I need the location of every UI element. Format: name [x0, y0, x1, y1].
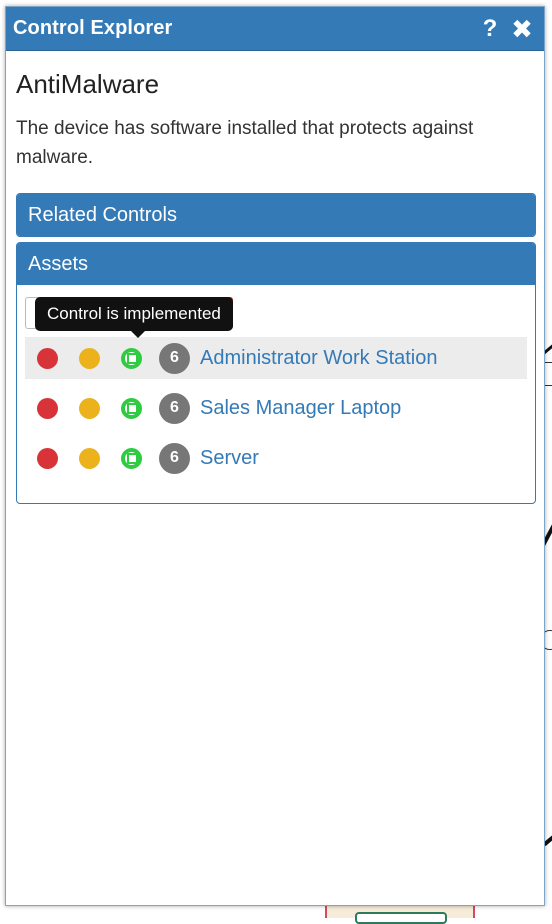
assets-header[interactable]: Assets: [17, 243, 535, 285]
asset-link[interactable]: Sales Manager Laptop: [200, 397, 401, 420]
status-green-icon[interactable]: [121, 397, 142, 419]
related-controls-section: Related Controls: [16, 193, 536, 237]
status-red-icon[interactable]: [37, 347, 58, 369]
status-green-icon[interactable]: [121, 347, 142, 369]
status-red-icon[interactable]: [37, 397, 58, 419]
control-name: AntiMalware: [16, 69, 160, 99]
assets-section: Assets Control is implemented 6 Administ…: [16, 242, 536, 504]
asset-link[interactable]: Server: [200, 447, 259, 470]
asset-row[interactable]: 6 Server: [25, 437, 527, 479]
control-description: The device has software installed that p…: [16, 118, 474, 168]
control-explorer-panel: Control Explorer ? ✖ AntiMalware The dev…: [5, 6, 545, 906]
filter-button-group: Control is implemented: [25, 293, 527, 338]
status-red-icon[interactable]: [37, 447, 58, 469]
asset-row[interactable]: 6 Administrator Work Station: [25, 337, 527, 379]
count-badge: 6: [159, 342, 190, 374]
count-badge: 6: [159, 442, 190, 474]
related-controls-header[interactable]: Related Controls: [17, 194, 535, 236]
panel-body: AntiMalware The device has software inst…: [6, 51, 544, 504]
status-green-icon[interactable]: [121, 447, 142, 469]
asset-row[interactable]: 6 Sales Manager Laptop: [25, 387, 527, 429]
asset-link[interactable]: Administrator Work Station: [200, 347, 438, 370]
panel-title: Control Explorer: [13, 17, 173, 39]
question-icon[interactable]: ?: [476, 16, 504, 41]
panel-header: Control Explorer ? ✖: [6, 7, 544, 51]
close-icon[interactable]: ✖: [508, 16, 536, 42]
diagram-node[interactable]: [325, 904, 475, 924]
status-yellow-icon[interactable]: [79, 447, 100, 469]
status-yellow-icon[interactable]: [79, 347, 100, 369]
tooltip: Control is implemented: [35, 297, 233, 338]
assets-body: Control is implemented 6 Administrator W…: [17, 285, 535, 503]
status-yellow-icon[interactable]: [79, 397, 100, 419]
count-badge: 6: [159, 392, 190, 424]
